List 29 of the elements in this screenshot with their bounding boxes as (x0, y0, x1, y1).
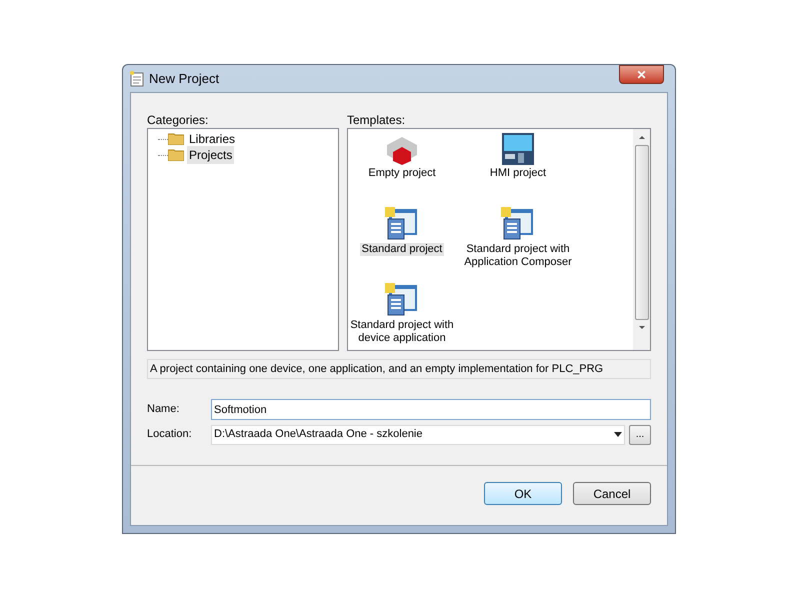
location-combobox[interactable]: D:\Astraada One\Astraada One - szkolenie (211, 424, 625, 444)
location-label: Location: (147, 427, 193, 442)
folder-icon (168, 149, 184, 161)
cube-icon (385, 135, 419, 165)
categories-label: Categories: (147, 112, 210, 128)
browse-button[interactable]: ... (629, 424, 651, 444)
folder-icon (168, 133, 184, 145)
tree-item[interactable]: Libraries (187, 130, 238, 148)
template-item[interactable]: Empty project (366, 167, 438, 180)
templates-label: Templates: (347, 112, 406, 128)
document-window-icon (385, 207, 419, 241)
description-text: A project containing one device, one application, and an empty implementation for PLC_PRG (147, 359, 651, 379)
dialog-button[interactable]: OK (484, 482, 562, 505)
scrollbar-thumb[interactable] (634, 145, 648, 320)
name-label: Name: (147, 402, 180, 418)
document-window-icon (501, 207, 535, 241)
screen-icon (502, 133, 534, 165)
template-item[interactable]: Standard project with device application (348, 319, 456, 345)
template-item[interactable]: Standard project with Application Composer (456, 243, 580, 269)
dialog-button[interactable]: Cancel (573, 482, 651, 505)
template-item[interactable]: HMI project (488, 167, 548, 180)
new-document-icon (130, 70, 144, 86)
name-field[interactable]: Softmotion (211, 399, 651, 420)
dropdown-arrow-icon (614, 432, 622, 437)
window-title: New Project (149, 70, 220, 88)
template-item[interactable]: Standard project (360, 243, 444, 256)
scrollbar[interactable] (633, 129, 650, 350)
tree-item[interactable]: Projects (187, 146, 234, 164)
document-window-icon (385, 283, 419, 317)
